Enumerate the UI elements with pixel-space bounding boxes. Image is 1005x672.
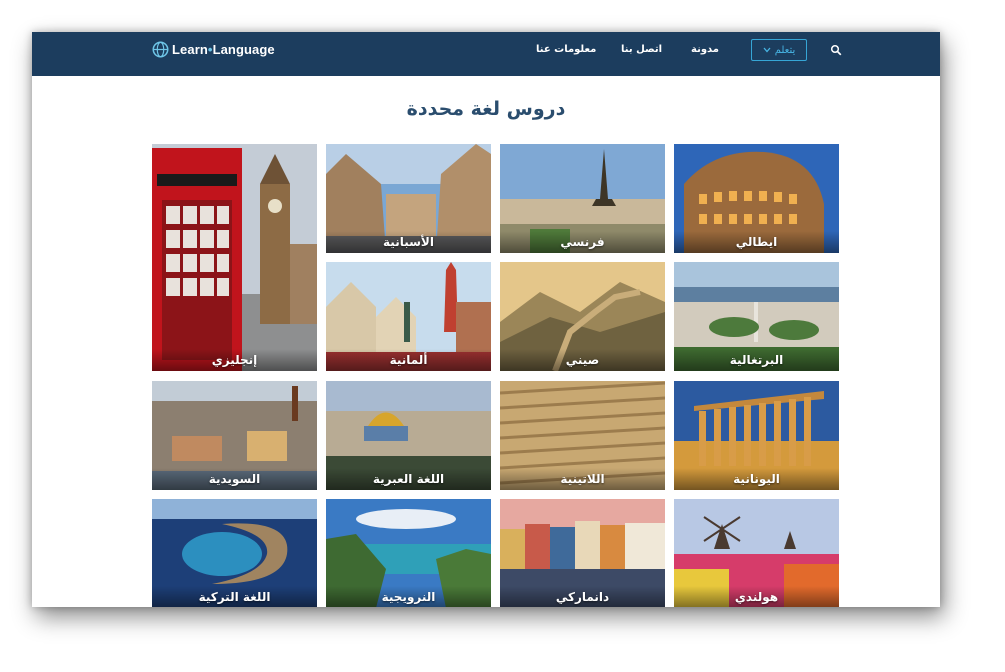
learn-dropdown-label: يتعلم [774, 44, 796, 56]
language-tile-dutch[interactable]: هولندي [674, 499, 839, 607]
tile-label: فرنسي [500, 231, 665, 253]
language-tile-norwegian[interactable]: النرويجية [326, 499, 491, 607]
language-tile-german[interactable]: ألمانية [326, 262, 491, 371]
language-tile-french[interactable]: فرنسي [500, 144, 665, 253]
language-tile-spanish[interactable]: الأسبانية [326, 144, 491, 253]
tile-label: اللغة العبرية [326, 468, 491, 490]
top-navigation-bar: Learn•Language معلومات عنا اتصل بنا مدون… [32, 32, 940, 76]
language-tile-latin[interactable]: اللاتينية [500, 381, 665, 490]
logo-text: Learn•Language [172, 42, 275, 57]
language-tile-swedish[interactable]: السويدية [152, 381, 317, 490]
language-tile-italian[interactable]: ايطالي [674, 144, 839, 253]
tile-label: اليونانية [674, 468, 839, 490]
browser-window: Learn•Language معلومات عنا اتصل بنا مدون… [32, 32, 940, 607]
tile-label: النرويجية [326, 586, 491, 607]
site-logo[interactable]: Learn•Language [152, 41, 275, 58]
tile-label: صيني [500, 349, 665, 371]
tile-label: هولندي [674, 586, 839, 607]
tile-label: البرتغالية [674, 349, 839, 371]
nav-link-contact[interactable]: اتصل بنا [621, 44, 662, 55]
tile-label: دانماركي [500, 586, 665, 607]
tile-label: الأسبانية [326, 231, 491, 253]
learn-dropdown-button[interactable]: يتعلم [751, 39, 807, 61]
tile-label: ألمانية [326, 349, 491, 371]
london-phone-booth-image [152, 144, 317, 371]
language-tile-english[interactable]: إنجليزي [152, 144, 317, 371]
language-tile-chinese[interactable]: صيني [500, 262, 665, 371]
tile-label: اللاتينية [500, 468, 665, 490]
nav-link-blog[interactable]: مدونة [691, 44, 719, 55]
tile-label: إنجليزي [152, 349, 317, 371]
language-tile-greek[interactable]: اليونانية [674, 381, 839, 490]
page-heading: دروس لغة محددة [406, 98, 566, 120]
globe-icon [152, 41, 169, 58]
search-icon[interactable] [830, 44, 842, 56]
language-tile-turkish[interactable]: اللغة التركية [152, 499, 317, 607]
tile-label: اللغة التركية [152, 586, 317, 607]
language-tile-portuguese[interactable]: البرتغالية [674, 262, 839, 371]
language-tile-hebrew[interactable]: اللغة العبرية [326, 381, 491, 490]
tile-label: السويدية [152, 468, 317, 490]
nav-link-about[interactable]: معلومات عنا [536, 44, 596, 55]
language-tile-danish[interactable]: دانماركي [500, 499, 665, 607]
chevron-down-icon [763, 47, 771, 53]
tile-label: ايطالي [674, 231, 839, 253]
